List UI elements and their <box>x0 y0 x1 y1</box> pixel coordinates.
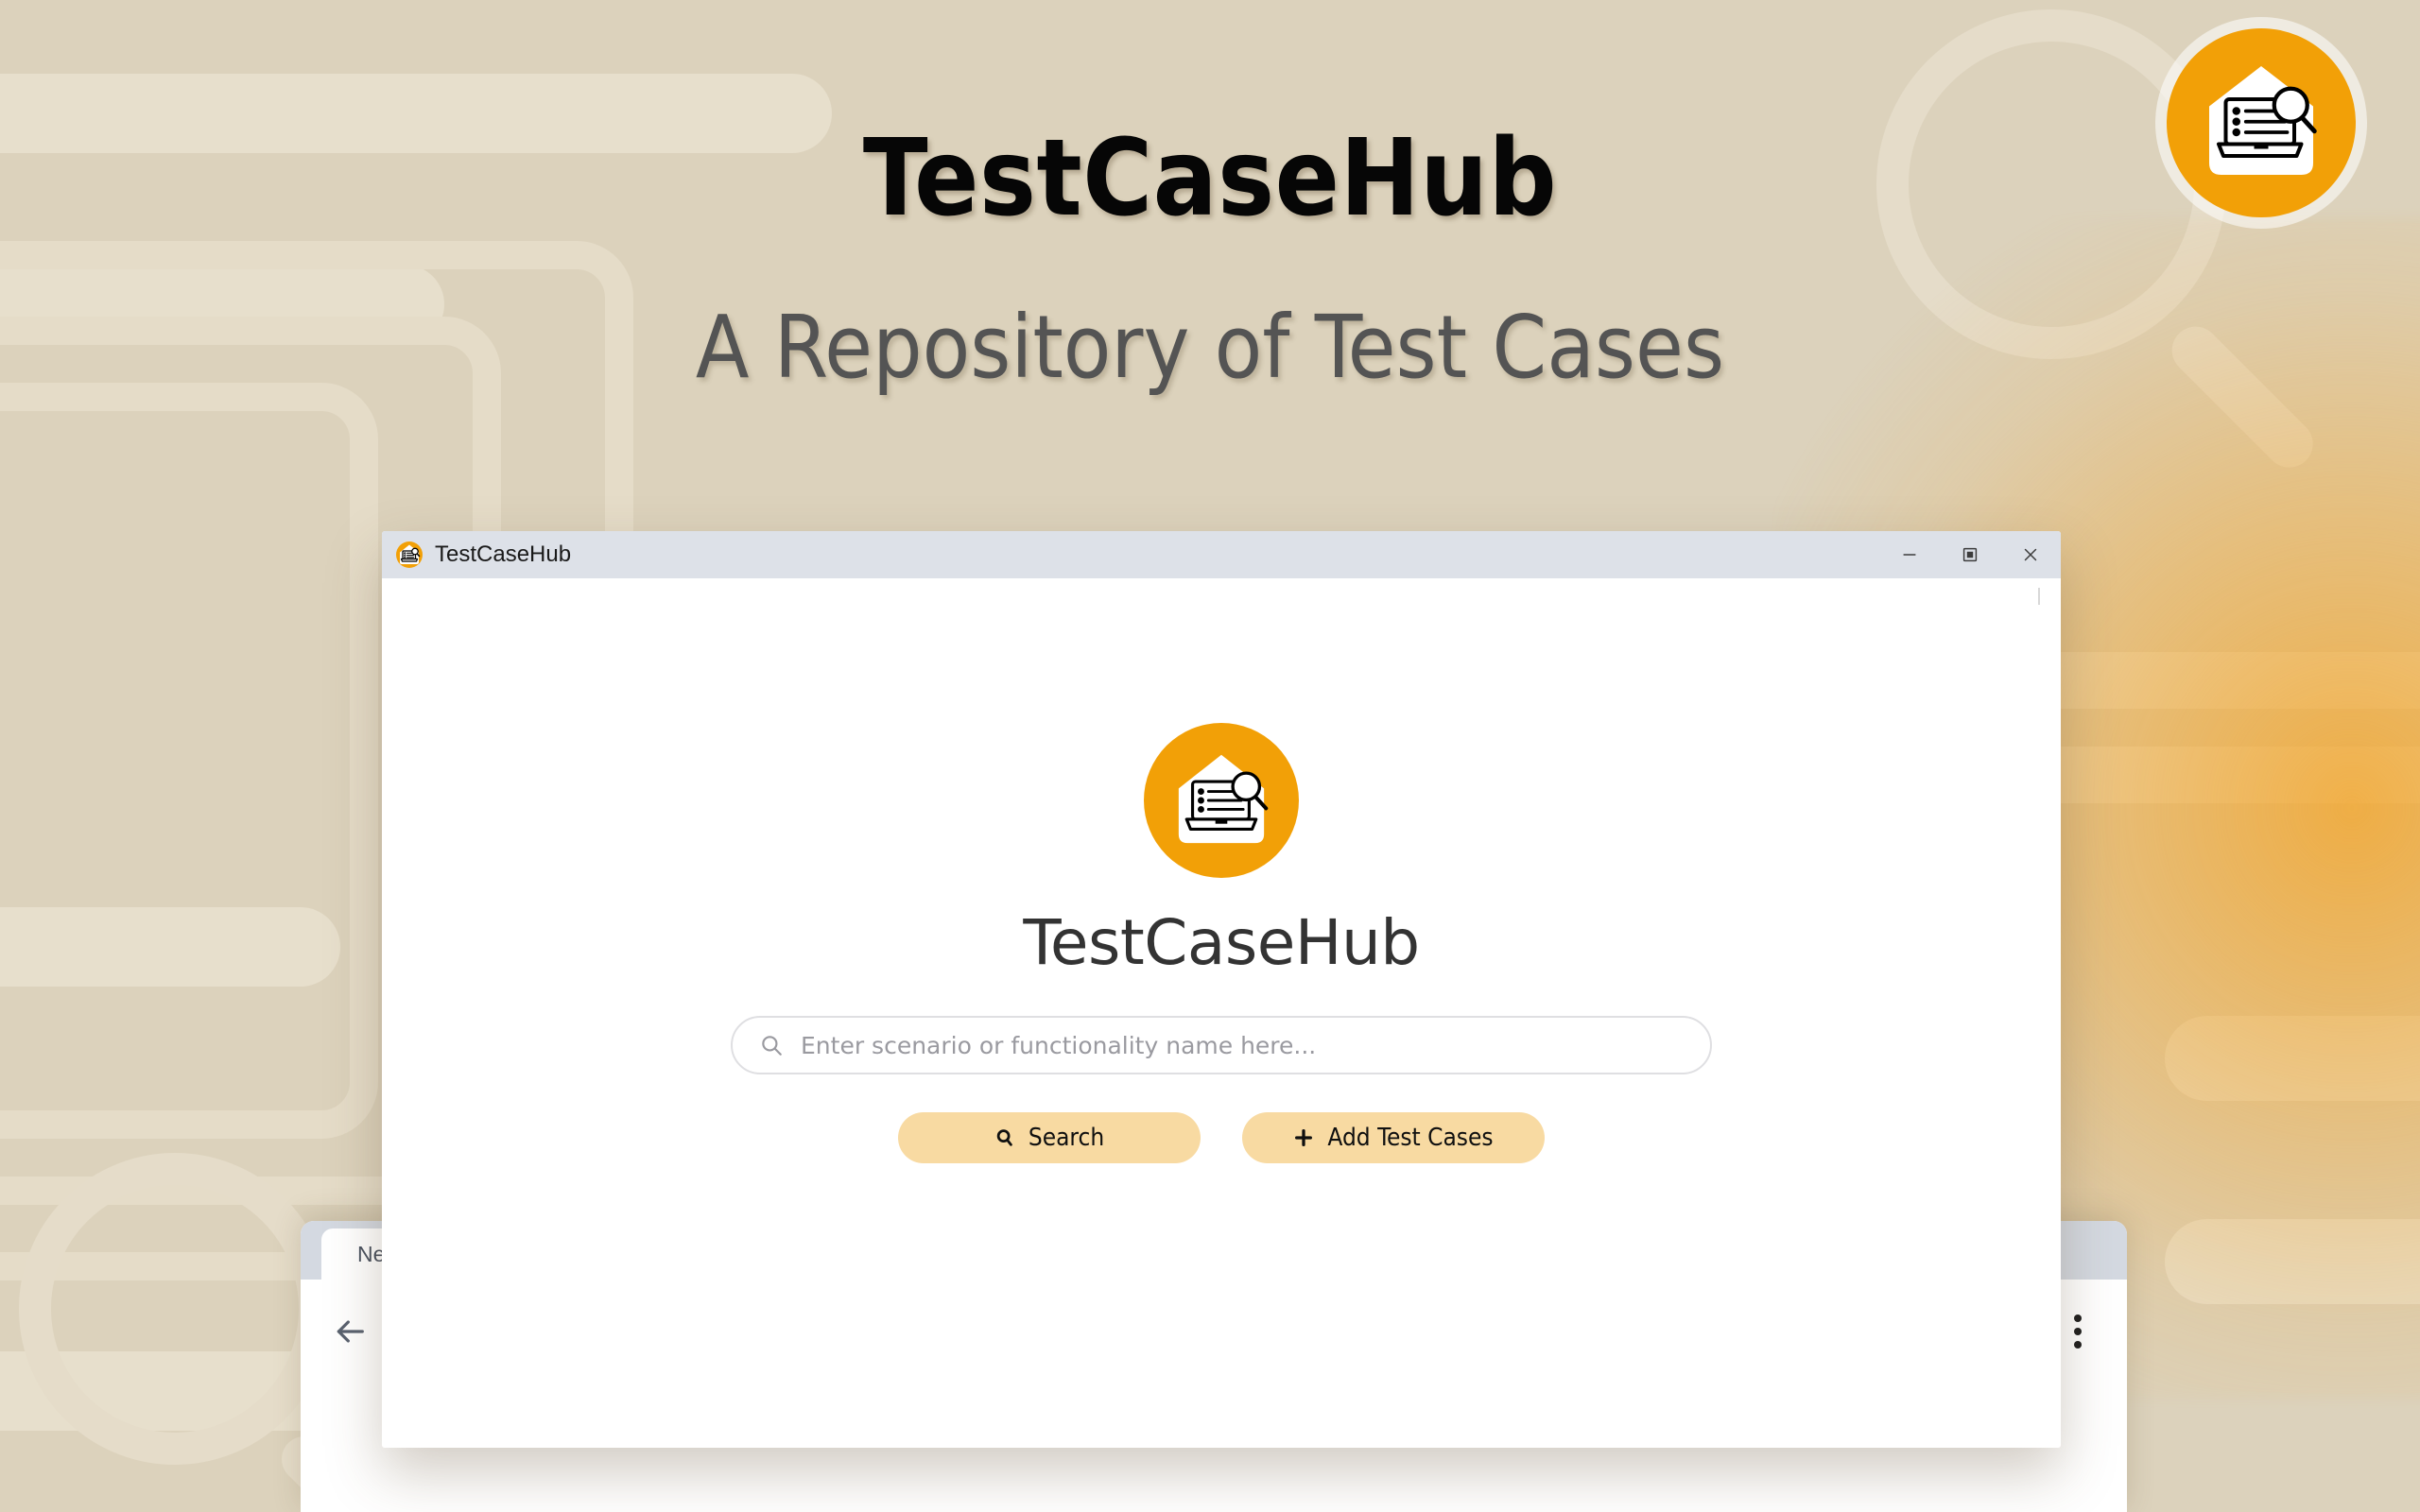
testcasehub-logo-icon <box>1178 754 1269 844</box>
app-heading: TestCaseHub <box>1023 906 1420 979</box>
minimize-button[interactable] <box>1879 531 1940 578</box>
window-controls <box>1879 531 2061 578</box>
search-button[interactable]: Search <box>898 1112 1201 1163</box>
add-test-cases-button-label: Add Test Cases <box>1327 1124 1494 1152</box>
close-button[interactable] <box>2000 531 2061 578</box>
app-logo <box>1144 723 1299 878</box>
app-titlebar: TestCaseHub <box>382 531 2061 578</box>
app-content: TestCaseHub Search <box>382 578 2061 1448</box>
page-root: TestCaseHub A Repository of Test Cases N… <box>0 0 2420 1512</box>
kebab-menu-icon[interactable] <box>2057 1311 2099 1352</box>
search-input[interactable] <box>801 1031 1684 1059</box>
app-title: TestCaseHub <box>435 541 572 567</box>
search-icon <box>994 1126 1017 1149</box>
arrow-left-icon[interactable] <box>329 1311 371 1352</box>
scrollbar-artifact <box>2038 588 2040 605</box>
add-test-cases-button[interactable]: Add Test Cases <box>1242 1112 1545 1163</box>
search-button-label: Search <box>1028 1124 1105 1152</box>
testcasehub-logo-icon <box>2209 66 2317 175</box>
hero-subtitle: A Repository of Test Cases <box>695 297 1725 398</box>
testcasehub-logo-icon <box>395 541 424 569</box>
plus-icon <box>1293 1126 1316 1149</box>
action-button-row: Search Add Test Cases <box>898 1112 1545 1163</box>
hero-title: TestCaseHub <box>862 117 1558 240</box>
app-window: TestCaseHub TestCaseHub Enter scenario o… <box>382 531 2061 1448</box>
maximize-button[interactable] <box>1940 531 2000 578</box>
decorative-frame-inner <box>0 383 378 1139</box>
brand-badge <box>2167 28 2356 217</box>
search-field[interactable] <box>731 1016 1712 1074</box>
search-icon <box>759 1033 784 1057</box>
